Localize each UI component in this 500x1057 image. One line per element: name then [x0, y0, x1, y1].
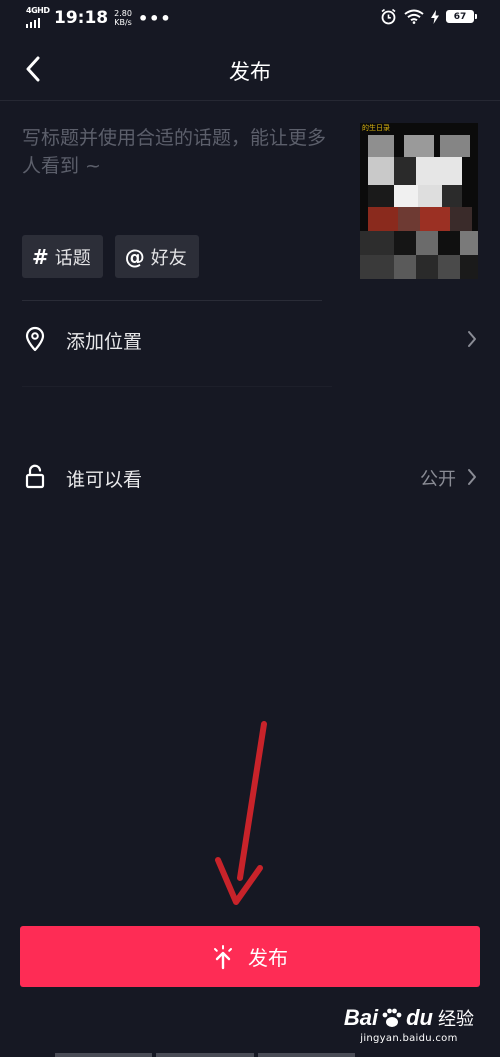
visibility-value: 公开	[420, 469, 456, 490]
visibility-row[interactable]: 谁可以看 公开	[0, 447, 500, 507]
divider	[22, 300, 322, 301]
friend-chip[interactable]: @ 好友	[114, 235, 199, 278]
speed-value: 2.80	[114, 9, 132, 18]
unlock-icon	[22, 463, 48, 491]
battery-icon: 67	[446, 10, 477, 23]
battery-level: 67	[453, 11, 467, 22]
annotation-arrow-icon	[215, 721, 267, 905]
baidu-watermark: Bai du 经验 jingyan.baidu.com	[344, 1005, 474, 1044]
home-indicator	[55, 1053, 355, 1057]
watermark-brand-left: Bai	[343, 1005, 379, 1030]
network-type: 4GHD	[26, 6, 50, 15]
alarm-icon	[381, 8, 396, 25]
at-icon: @	[124, 244, 145, 269]
network-speed: 2.80 KB/s	[114, 9, 132, 27]
watermark-brand-right: du	[406, 1005, 433, 1030]
chevron-right-icon	[468, 469, 476, 485]
status-time: 19:18	[54, 8, 109, 28]
location-pin-icon	[22, 325, 48, 353]
charging-icon	[431, 9, 439, 24]
cover-label: 的生日录	[362, 124, 390, 132]
publish-button-label: 发布	[248, 946, 288, 970]
paw-logo-icon	[382, 1008, 402, 1027]
more-notifications-icon: •••	[137, 8, 172, 28]
upload-icon	[214, 944, 232, 969]
signal-icon: 4GHD	[26, 6, 50, 28]
cover-thumbnail[interactable]: 的生日录	[360, 123, 478, 279]
nav-bar: 发布	[0, 36, 500, 101]
friend-chip-label: 好友	[150, 247, 187, 269]
topic-chip-label: 话题	[54, 247, 91, 269]
publish-button[interactable]: 发布	[20, 926, 480, 987]
add-location-row[interactable]: 添加位置	[0, 309, 500, 369]
visibility-label: 谁可以看	[66, 469, 143, 491]
status-bar: 4GHD 19:18 2.80 KB/s ••• 67	[0, 0, 500, 36]
divider	[22, 386, 332, 387]
topic-chip[interactable]: # 话题	[22, 235, 103, 278]
tag-chips: # 话题 @ 好友	[22, 235, 199, 278]
wifi-icon	[404, 9, 424, 24]
speed-unit: KB/s	[114, 18, 132, 27]
cover-image	[360, 123, 478, 279]
watermark-url: jingyan.baidu.com	[360, 1033, 458, 1044]
chevron-right-icon	[468, 331, 476, 347]
watermark-brand-cn: 经验	[438, 1009, 474, 1029]
caption-input[interactable]: 写标题并使用合适的话题，能让更多人看到 ~	[22, 124, 342, 180]
hashtag-icon: #	[32, 244, 49, 269]
add-location-label: 添加位置	[66, 331, 143, 353]
page-title: 发布	[229, 60, 271, 84]
